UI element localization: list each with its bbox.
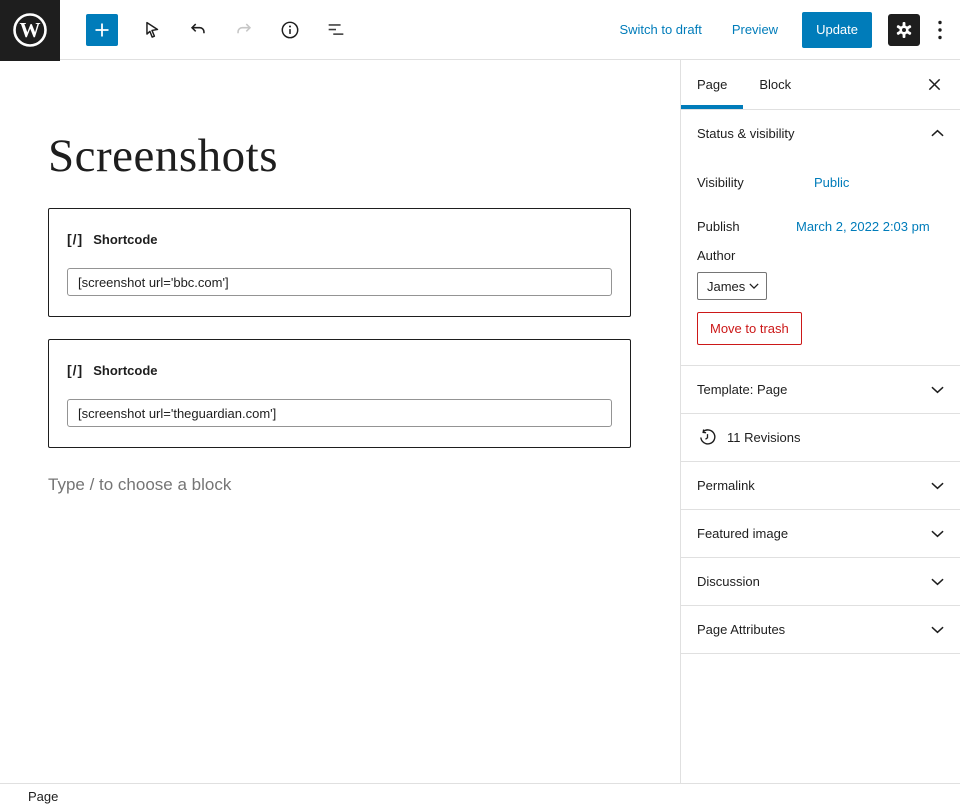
breadcrumb-page[interactable]: Page bbox=[0, 789, 58, 804]
svg-text:W: W bbox=[20, 18, 41, 42]
shortcode-input[interactable] bbox=[67, 399, 612, 427]
visibility-label: Visibility bbox=[697, 175, 796, 190]
update-button[interactable]: Update bbox=[802, 12, 872, 48]
preview-button[interactable]: Preview bbox=[724, 16, 786, 43]
panel-featured-image[interactable]: Featured image bbox=[681, 510, 960, 558]
close-icon bbox=[927, 77, 942, 92]
publish-label: Publish bbox=[697, 219, 796, 234]
editor-header: W bbox=[0, 0, 960, 60]
block-appender-placeholder[interactable]: Type / to choose a block bbox=[48, 475, 583, 495]
page-title[interactable]: Screenshots bbox=[48, 128, 583, 184]
publish-date-button[interactable]: March 2, 2022 2:03 pm bbox=[796, 219, 930, 234]
chevron-up-icon bbox=[931, 129, 944, 137]
panel-template[interactable]: Template: Page bbox=[681, 366, 960, 414]
chevron-down-icon bbox=[931, 482, 944, 490]
header-actions: Switch to draft Preview Update bbox=[611, 12, 960, 48]
shortcode-icon: [/] bbox=[67, 362, 83, 378]
move-to-trash-button[interactable]: Move to trash bbox=[697, 312, 802, 345]
revisions-clock-icon bbox=[697, 427, 718, 448]
sidebar-tabbar: Page Block bbox=[681, 60, 960, 110]
list-view-button[interactable] bbox=[324, 18, 348, 42]
shortcode-block-label: Shortcode bbox=[93, 232, 157, 247]
panel-title: Page Attributes bbox=[697, 622, 785, 637]
chevron-down-icon bbox=[931, 530, 944, 538]
status-visibility-body: Visibility Public Publish March 2, 2022 … bbox=[681, 156, 960, 366]
author-select[interactable]: James bbox=[697, 272, 767, 300]
author-select-value: James bbox=[707, 279, 745, 294]
sidebar-empty-space bbox=[681, 654, 960, 783]
cursor-arrow-icon bbox=[141, 19, 163, 41]
list-view-icon bbox=[325, 19, 347, 41]
panel-page-attributes[interactable]: Page Attributes bbox=[681, 606, 960, 654]
chevron-down-icon bbox=[931, 578, 944, 586]
shortcode-icon: [/] bbox=[67, 231, 83, 247]
revisions-label: 11 Revisions bbox=[727, 430, 800, 445]
switch-to-draft-button[interactable]: Switch to draft bbox=[611, 16, 709, 43]
panel-status-visibility[interactable]: Status & visibility bbox=[681, 110, 960, 156]
shortcode-input[interactable] bbox=[67, 268, 612, 296]
settings-button[interactable] bbox=[888, 14, 920, 46]
shortcode-block-label: Shortcode bbox=[93, 363, 157, 378]
editor-footer: Page bbox=[0, 783, 960, 808]
wordpress-editor: W bbox=[0, 0, 960, 808]
undo-button[interactable] bbox=[186, 18, 210, 42]
gear-icon bbox=[894, 20, 914, 40]
chevron-down-icon bbox=[931, 386, 944, 394]
panel-title: Featured image bbox=[697, 526, 788, 541]
wordpress-logo-icon: W bbox=[11, 11, 49, 49]
options-menu-button[interactable] bbox=[928, 14, 952, 46]
redo-icon bbox=[233, 19, 255, 41]
plus-icon bbox=[92, 20, 112, 40]
editor-canvas[interactable]: Screenshots [/] Shortcode [/] Shortcode bbox=[0, 60, 680, 783]
chevron-down-icon bbox=[749, 283, 759, 289]
tab-block[interactable]: Block bbox=[743, 60, 807, 109]
redo-button[interactable] bbox=[232, 18, 256, 42]
panel-discussion[interactable]: Discussion bbox=[681, 558, 960, 606]
shortcode-block[interactable]: [/] Shortcode bbox=[48, 208, 631, 317]
author-label: Author bbox=[697, 248, 944, 266]
revisions-button[interactable]: 11 Revisions bbox=[681, 414, 960, 462]
settings-sidebar: Page Block Status & visibility Visibilit… bbox=[680, 60, 960, 783]
info-icon bbox=[279, 19, 301, 41]
visibility-value-button[interactable]: Public bbox=[814, 175, 849, 190]
panel-title: Status & visibility bbox=[697, 126, 795, 141]
details-button[interactable] bbox=[278, 18, 302, 42]
panel-title: Permalink bbox=[697, 478, 755, 493]
close-sidebar-button[interactable] bbox=[914, 60, 954, 109]
panel-title: Discussion bbox=[697, 574, 760, 589]
add-block-button[interactable] bbox=[86, 14, 118, 46]
ellipsis-icon bbox=[937, 19, 943, 41]
undo-icon bbox=[187, 19, 209, 41]
panel-permalink[interactable]: Permalink bbox=[681, 462, 960, 510]
wordpress-logo-button[interactable]: W bbox=[0, 0, 60, 61]
shortcode-block[interactable]: [/] Shortcode bbox=[48, 339, 631, 448]
panel-title: Template: Page bbox=[697, 382, 787, 397]
select-tool-button[interactable] bbox=[140, 18, 164, 42]
header-toolbar bbox=[60, 14, 348, 46]
chevron-down-icon bbox=[931, 626, 944, 634]
tab-page[interactable]: Page bbox=[681, 60, 743, 109]
